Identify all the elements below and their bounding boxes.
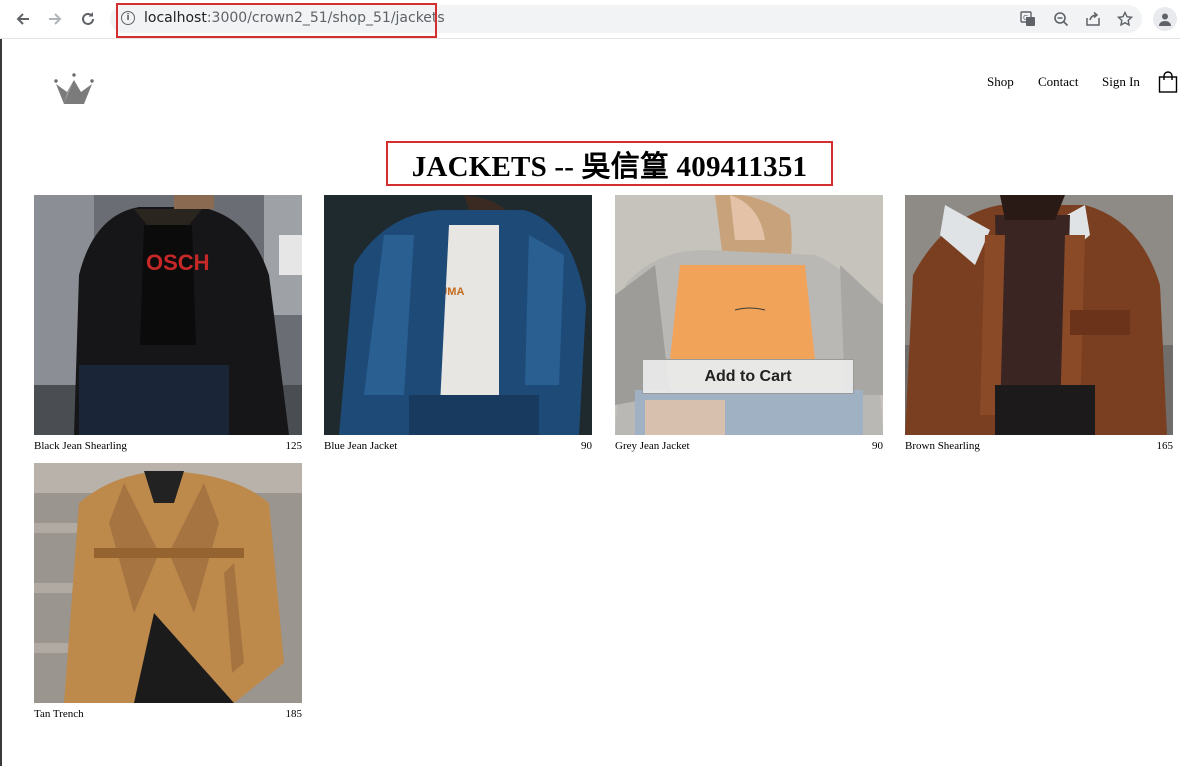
product-name: Blue Jean Jacket [324,440,398,452]
add-to-cart-button[interactable]: Add to Cart [642,359,854,394]
translate-icon[interactable]: G [1019,10,1037,28]
product-price: 165 [1156,440,1174,452]
product-image[interactable]: PUMA [324,195,592,435]
product-card[interactable]: PUMA Blue Jean Jacket 90 [324,195,592,457]
page-title: JACKETS -- 吳信篁 409411351 [411,151,808,183]
reload-icon[interactable] [77,8,99,30]
product-name: Tan Trench [34,708,84,720]
nav-sign-in-link[interactable]: Sign In [1102,74,1140,90]
zoom-out-icon[interactable] [1052,10,1070,28]
product-name: Brown Shearling [905,440,980,452]
product-image[interactable] [905,195,1173,435]
product-image[interactable] [34,463,302,703]
shopping-bag-icon[interactable] [1158,71,1178,93]
product-image[interactable] [615,195,883,435]
svg-text:G: G [1023,14,1028,22]
arrow-left-icon[interactable] [12,8,34,30]
product-name: Grey Jean Jacket [615,440,690,452]
product-card[interactable]: Brown Shearling 165 [905,195,1173,457]
product-price: 90 [872,440,883,452]
url-highlight-box [116,3,437,38]
product-price: 125 [285,440,303,452]
nav-contact-link[interactable]: Contact [1038,74,1078,90]
star-icon[interactable] [1116,10,1134,28]
browser-toolbar: i localhost:3000/crown2_51/shop_51/jacke… [0,0,1180,39]
share-icon[interactable] [1084,10,1102,28]
product-price: 185 [285,708,303,720]
svg-text:OSCH: OSCH [146,250,210,275]
nav-shop-link[interactable]: Shop [987,74,1014,90]
product-card[interactable]: Add to Cart Grey Jean Jacket 90 [615,195,883,457]
product-image[interactable]: OSCH [34,195,302,435]
product-price: 90 [581,440,592,452]
arrow-right-icon[interactable] [44,8,66,30]
product-card[interactable]: OSCH Black Jean Shearling 125 [34,195,302,457]
profile-icon[interactable] [1153,7,1177,31]
product-card[interactable]: Tan Trench 185 [34,463,302,725]
crown-icon[interactable] [53,72,95,106]
window-edge [0,0,2,766]
product-name: Black Jean Shearling [34,440,127,452]
